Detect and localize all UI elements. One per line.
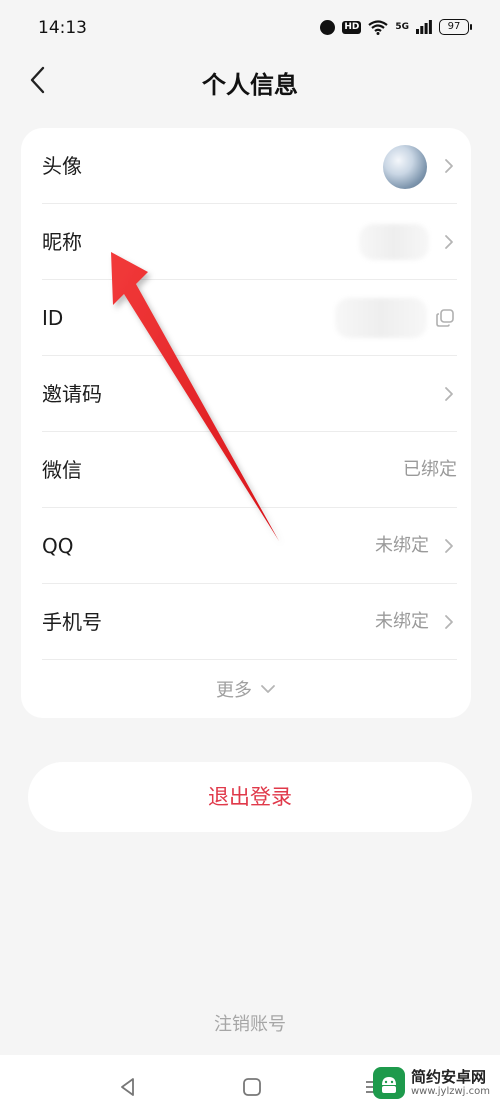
chevron-down-icon — [261, 685, 275, 693]
status-bar: 14:13 HD 5G 97 — [0, 0, 500, 60]
phone-bind-status: 未绑定 — [375, 611, 429, 632]
cancel-account-link[interactable]: 注销账号 — [0, 1010, 500, 1036]
wechat-bind-status: 已绑定 — [403, 459, 457, 480]
watermark-title: 简约安卓网 — [410, 1067, 486, 1086]
alarm-icon — [320, 19, 336, 35]
row-label: 邀请码 — [42, 382, 102, 406]
avatar[interactable] — [383, 145, 427, 189]
status-time: 14:13 — [38, 18, 87, 38]
chevron-right-icon — [445, 539, 453, 553]
row-wechat[interactable]: 微信 已绑定 — [21, 432, 471, 508]
row-label: ID — [42, 306, 64, 330]
signal-icon — [416, 20, 432, 34]
qq-bind-status: 未绑定 — [375, 535, 429, 556]
row-label: 手机号 — [42, 610, 102, 634]
row-avatar[interactable]: 头像 — [21, 128, 471, 204]
row-nickname[interactable]: 昵称 — [21, 204, 471, 280]
nav-back-icon[interactable] — [116, 1075, 140, 1099]
nav-home-icon[interactable] — [240, 1075, 264, 1099]
row-label: 微信 — [42, 458, 82, 482]
chevron-right-icon — [445, 615, 453, 629]
more-label: 更多 — [216, 680, 252, 701]
divider — [42, 659, 457, 660]
row-phone[interactable]: 手机号 未绑定 — [21, 584, 471, 660]
site-watermark: 简约安卓网 www.jylzwj.com — [372, 1067, 490, 1099]
id-value-blurred — [335, 298, 427, 338]
status-icons: HD 5G 97 — [320, 19, 472, 35]
battery-level: 97 — [439, 19, 469, 35]
nickname-value-blurred — [359, 224, 429, 260]
wifi-icon — [368, 19, 389, 35]
watermark-url: www.jylzwj.com — [410, 1085, 490, 1097]
logout-button[interactable]: 退出登录 — [28, 762, 472, 832]
chevron-right-icon — [445, 159, 453, 173]
more-button[interactable]: 更多 — [21, 661, 471, 717]
page-title: 个人信息 — [202, 71, 298, 99]
row-invite-code[interactable]: 邀请码 — [21, 356, 471, 432]
watermark-logo-icon — [372, 1067, 405, 1099]
network-5g-label: 5G — [395, 21, 409, 32]
copy-icon[interactable] — [435, 308, 455, 328]
chevron-right-icon — [445, 387, 453, 401]
row-label: 头像 — [42, 154, 82, 178]
battery-icon: 97 — [439, 19, 472, 35]
row-id[interactable]: ID — [21, 280, 471, 356]
row-label: 昵称 — [42, 230, 82, 254]
row-label: QQ — [42, 534, 74, 558]
chevron-right-icon — [445, 235, 453, 249]
row-qq[interactable]: QQ 未绑定 — [21, 508, 471, 584]
hd-icon: HD — [342, 20, 362, 34]
profile-info-card: 头像 昵称 ID 邀请码 微信 已绑定 QQ 未绑定 手机号 未绑定 更多 — [21, 128, 471, 718]
page-header: 个人信息 — [0, 56, 500, 104]
